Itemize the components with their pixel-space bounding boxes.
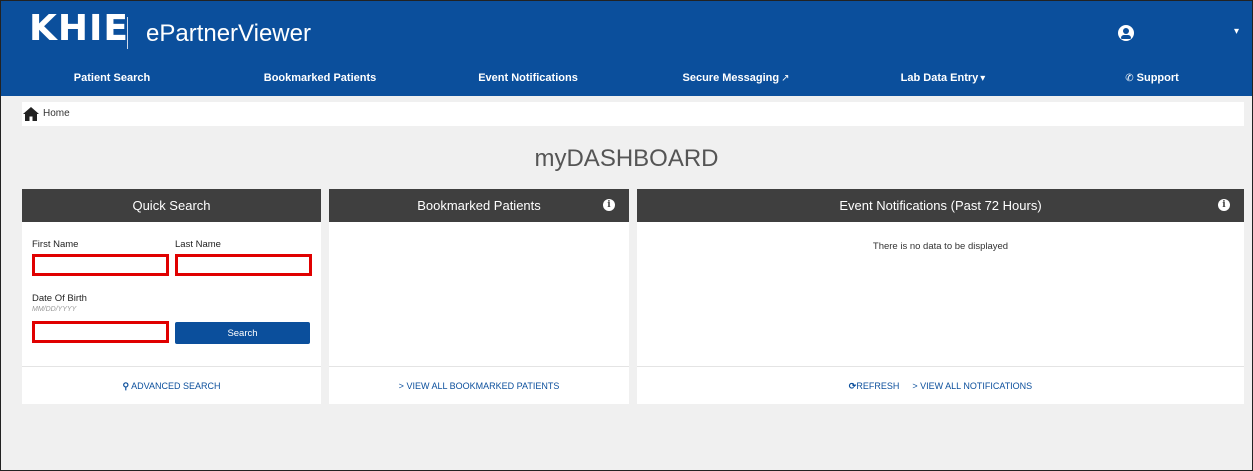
advanced-search-label: ADVANCED SEARCH	[131, 381, 221, 391]
event-notifications-footer: ⟳REFRESH > VIEW ALL NOTIFICATIONS	[637, 366, 1244, 404]
breadcrumb-home[interactable]: Home	[43, 108, 70, 119]
first-name-input[interactable]	[32, 254, 169, 276]
nav-bookmarked-patients[interactable]: Bookmarked Patients	[264, 72, 376, 84]
home-icon[interactable]	[23, 107, 39, 121]
view-all-bookmarked-label: VIEW ALL BOOKMARKED PATIENTS	[406, 381, 560, 391]
quick-search-panel: Quick Search First Name Last Name Date O…	[22, 189, 321, 404]
search-icon: ⚲	[122, 381, 130, 391]
nav-support[interactable]: ✆ Support	[1123, 72, 1179, 84]
empty-state-message: There is no data to be displayed	[872, 241, 1009, 252]
event-notifications-panel: Event Notifications (Past 72 Hours) i Th…	[637, 189, 1244, 404]
phone-icon: ✆	[1125, 73, 1134, 84]
nav-bookmarked-patients-label: Bookmarked Patients	[263, 72, 377, 84]
nav-patient-search-label: Patient Search	[73, 72, 151, 84]
external-link-icon: ↗	[781, 73, 790, 84]
info-icon[interactable]: i	[1218, 199, 1230, 211]
last-name-input[interactable]	[175, 254, 312, 276]
refresh-link[interactable]: ⟳REFRESH	[849, 381, 900, 391]
chevron-right-icon: >	[398, 381, 404, 391]
chevron-down-icon: ▾	[980, 73, 986, 84]
app-title: ePartnerViewer	[146, 20, 311, 47]
bookmarked-patients-panel: Bookmarked Patients i > VIEW ALL BOOKMAR…	[329, 189, 629, 404]
dob-label: Date Of Birth	[32, 293, 87, 304]
dob-format-hint: MM/DD/YYYY	[32, 306, 77, 313]
view-all-bookmarked-link[interactable]: > VIEW ALL BOOKMARKED PATIENTS	[399, 381, 560, 391]
dob-input[interactable]	[32, 321, 169, 343]
nav-lab-data-entry-label: Lab Data Entry	[900, 72, 979, 84]
event-notifications-header: Event Notifications (Past 72 Hours)	[637, 189, 1244, 222]
logo-divider	[127, 17, 128, 49]
nav-lab-data-entry[interactable]: Lab Data Entry ▾	[901, 72, 986, 84]
khie-logo[interactable]: KHIE	[29, 9, 129, 49]
top-bar: KHIE ePartnerViewer ▾ Patient Search Boo…	[1, 1, 1252, 96]
first-name-label: First Name	[32, 239, 79, 250]
nav-patient-search[interactable]: Patient Search	[74, 72, 150, 84]
user-menu-caret-icon[interactable]: ▾	[1234, 26, 1239, 37]
last-name-label: Last Name	[175, 239, 221, 250]
search-button[interactable]: Search	[175, 322, 310, 344]
nav-secure-messaging[interactable]: Secure Messaging ↗	[683, 72, 790, 84]
view-all-notifications-link[interactable]: > VIEW ALL NOTIFICATIONS	[912, 381, 1032, 391]
user-circle-icon[interactable]	[1118, 25, 1134, 41]
refresh-label: REFRESH	[856, 381, 900, 391]
bookmarked-patients-header: Bookmarked Patients	[329, 189, 629, 222]
chevron-right-icon: >	[912, 381, 918, 391]
main-nav: Patient Search Bookmarked Patients Event…	[1, 63, 1252, 96]
page-title: myDASHBOARD	[534, 145, 719, 172]
info-icon[interactable]: i	[603, 199, 615, 211]
nav-secure-messaging-label: Secure Messaging	[682, 72, 780, 84]
bookmarked-patients-footer: > VIEW ALL BOOKMARKED PATIENTS	[329, 366, 629, 404]
breadcrumb	[22, 102, 1244, 126]
quick-search-header: Quick Search	[22, 189, 321, 222]
advanced-search-link[interactable]: ⚲ ADVANCED SEARCH	[123, 381, 221, 391]
view-all-notifications-label: VIEW ALL NOTIFICATIONS	[920, 381, 1033, 391]
nav-support-label: Support	[1136, 72, 1179, 84]
app-frame: KHIE ePartnerViewer ▾ Patient Search Boo…	[0, 0, 1253, 471]
quick-search-footer: ⚲ ADVANCED SEARCH	[22, 366, 321, 404]
nav-event-notifications-label: Event Notifications	[478, 72, 578, 84]
nav-event-notifications[interactable]: Event Notifications	[478, 72, 578, 84]
